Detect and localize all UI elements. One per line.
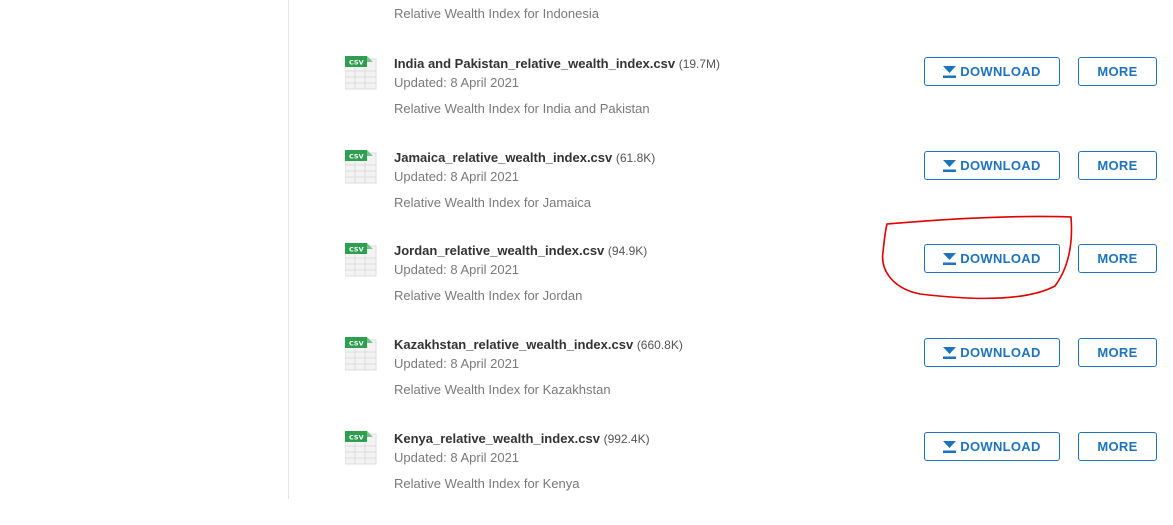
resource-filename[interactable]: Kenya_relative_wealth_index.csv [394, 431, 600, 446]
download-button[interactable]: DOWNLOAD [924, 244, 1060, 273]
resource-updated: Updated: 8 April 2021 [394, 262, 520, 277]
resource-item: CSV Kenya_relative_wealth_index.csv (992… [289, 431, 1173, 525]
resource-updated: Updated: 8 April 2021 [394, 169, 520, 184]
download-icon [943, 65, 957, 78]
resource-size: (61.8K) [615, 151, 656, 165]
resource-size: (94.9K) [607, 244, 648, 258]
resource-filename[interactable]: India and Pakistan_relative_wealth_index… [394, 56, 675, 71]
download-label: DOWNLOAD [960, 64, 1041, 79]
resource-filename[interactable]: Jamaica_relative_wealth_index.csv [394, 150, 612, 165]
download-label: DOWNLOAD [960, 345, 1041, 360]
download-icon [943, 252, 957, 265]
svg-text:CSV: CSV [349, 59, 364, 67]
csv-file-icon: CSV [345, 431, 377, 465]
resource-updated: Updated: 8 April 2021 [394, 450, 520, 465]
resource-updated: Updated: 8 April 2021 [394, 356, 520, 371]
resource-updated: Updated: 8 April 2021 [394, 75, 520, 90]
download-label: DOWNLOAD [960, 439, 1041, 454]
resource-item: CSV Kazakhstan_relative_wealth_index.csv… [289, 337, 1173, 431]
download-label: DOWNLOAD [960, 158, 1041, 173]
resource-description: Relative Wealth Index for Jamaica [394, 195, 592, 210]
download-icon [943, 159, 957, 172]
resource-description: Relative Wealth Index for Indonesia [394, 6, 599, 21]
download-icon [943, 440, 957, 453]
svg-text:CSV: CSV [349, 153, 364, 161]
download-button[interactable]: DOWNLOAD [924, 151, 1060, 180]
resource-description: Relative Wealth Index for Jordan [394, 288, 583, 303]
more-button[interactable]: MORE [1078, 57, 1157, 86]
download-icon [943, 346, 957, 359]
download-button[interactable]: DOWNLOAD [924, 432, 1060, 461]
resource-filename[interactable]: Kazakhstan_relative_wealth_index.csv [394, 337, 633, 352]
download-button[interactable]: DOWNLOAD [924, 338, 1060, 367]
svg-text:CSV: CSV [349, 246, 364, 254]
resource-list: Relative Wealth Index for Indonesia CSV … [289, 0, 1173, 499]
csv-file-icon: CSV [345, 150, 377, 184]
resource-description: Relative Wealth Index for India and Paki… [394, 101, 650, 116]
csv-file-icon: CSV [345, 337, 377, 371]
svg-text:CSV: CSV [349, 340, 364, 348]
more-button[interactable]: MORE [1078, 151, 1157, 180]
svg-text:CSV: CSV [349, 434, 364, 442]
csv-file-icon: CSV [345, 243, 377, 277]
resource-item: CSV India and Pakistan_relative_wealth_i… [289, 56, 1173, 150]
resource-size: (992.4K) [603, 432, 650, 446]
resource-filename[interactable]: Jordan_relative_wealth_index.csv [394, 243, 604, 258]
resource-item: CSV Jamaica_relative_wealth_index.csv (6… [289, 150, 1173, 244]
resource-item: CSV Jordan_relative_wealth_index.csv (94… [289, 243, 1173, 337]
resource-size: (660.8K) [636, 338, 683, 352]
more-button[interactable]: MORE [1078, 432, 1157, 461]
resource-description: Relative Wealth Index for Kazakhstan [394, 382, 611, 397]
download-button[interactable]: DOWNLOAD [924, 57, 1060, 86]
resource-description: Relative Wealth Index for Kenya [394, 476, 580, 491]
more-button[interactable]: MORE [1078, 244, 1157, 273]
more-button[interactable]: MORE [1078, 338, 1157, 367]
download-label: DOWNLOAD [960, 251, 1041, 266]
sidebar [0, 0, 289, 499]
csv-file-icon: CSV [345, 56, 377, 90]
resource-size: (19.7M) [678, 57, 721, 71]
